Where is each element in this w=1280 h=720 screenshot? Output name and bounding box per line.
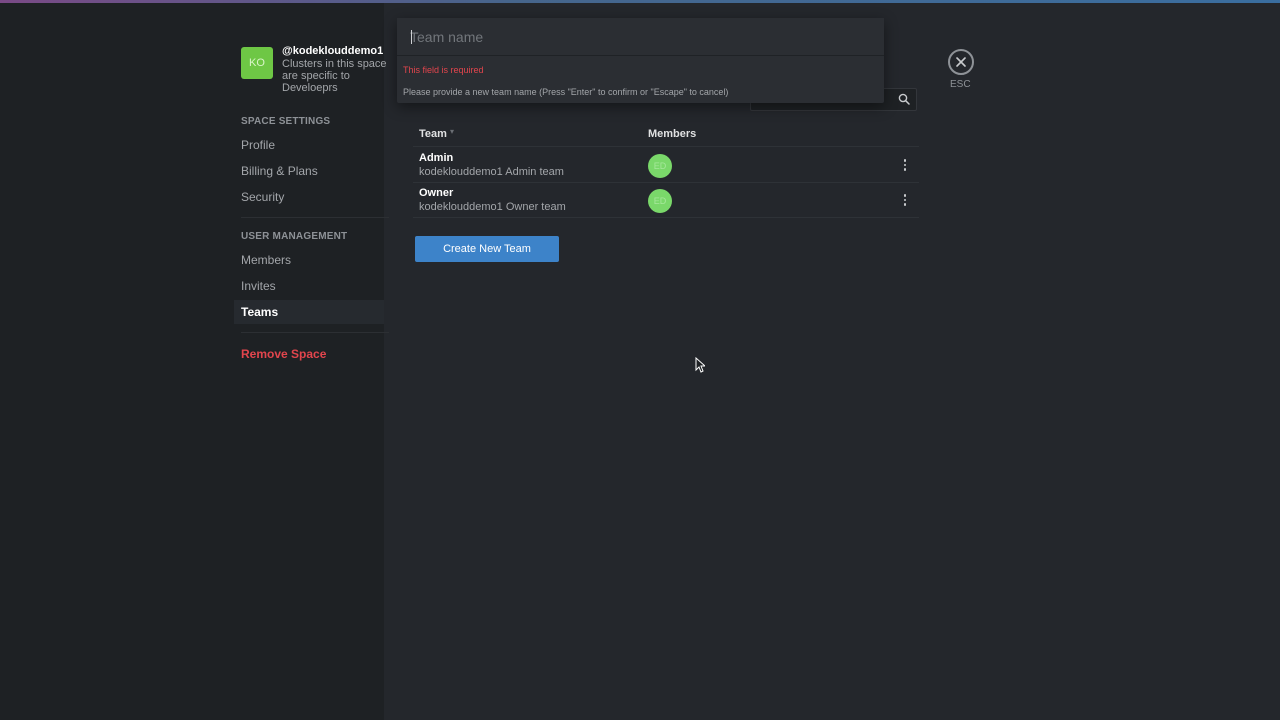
sidebar-item-profile[interactable]: Profile — [234, 133, 384, 157]
sidebar-item-members[interactable]: Members — [234, 248, 384, 272]
prompt-hint: Please provide a new team name (Press "E… — [403, 87, 729, 97]
esc-label: ESC — [950, 79, 971, 90]
sidebar-item-invites[interactable]: Invites — [234, 274, 384, 298]
close-button[interactable] — [948, 49, 974, 75]
space-settings-heading: SPACE SETTINGS — [241, 116, 331, 127]
sidebar-item-billing[interactable]: Billing & Plans — [234, 159, 384, 183]
text-caret — [411, 30, 412, 44]
table-row[interactable]: Owner kodeklouddemo1 Owner team ED — [413, 183, 919, 218]
sidebar-item-security[interactable]: Security — [234, 185, 384, 209]
sidebar-item-teams[interactable]: Teams — [234, 300, 384, 324]
user-management-heading: USER MANAGEMENT — [241, 231, 348, 242]
team-description: kodeklouddemo1 Admin team — [419, 166, 564, 178]
space-info: @kodeklouddemo1 Clusters in this space a… — [282, 45, 392, 94]
team-description: kodeklouddemo1 Owner team — [419, 201, 566, 213]
table-row[interactable]: Admin kodeklouddemo1 Admin team ED — [413, 148, 919, 183]
search-icon[interactable] — [898, 93, 910, 105]
validation-error: This field is required — [403, 65, 484, 75]
table-header: Team ▾ Members — [413, 120, 919, 147]
mouse-pointer-icon — [695, 357, 705, 373]
more-vertical-icon[interactable] — [897, 192, 913, 208]
sidebar-divider — [241, 332, 389, 333]
member-avatar[interactable]: ED — [648, 154, 672, 178]
sort-arrow-icon[interactable]: ▾ — [450, 127, 454, 136]
close-icon — [956, 57, 966, 67]
member-avatar[interactable]: ED — [648, 189, 672, 213]
team-name-prompt: This field is required Please provide a … — [397, 18, 884, 103]
space-header: KO @kodeklouddemo1 Clusters in this spac… — [241, 45, 392, 94]
column-header-members: Members — [648, 128, 697, 140]
team-name: Admin — [419, 152, 454, 164]
more-vertical-icon[interactable] — [897, 157, 913, 173]
create-new-team-button[interactable]: Create New Team — [415, 236, 559, 262]
team-name: Owner — [419, 187, 454, 199]
sidebar-divider — [241, 217, 389, 218]
space-avatar: KO — [241, 47, 273, 79]
space-name: @kodeklouddemo1 — [282, 45, 384, 57]
remove-space-link[interactable]: Remove Space — [234, 342, 384, 366]
space-description: Clusters in this space are specific to D… — [282, 58, 387, 94]
team-name-input[interactable] — [397, 18, 884, 56]
column-header-team[interactable]: Team — [419, 128, 447, 140]
